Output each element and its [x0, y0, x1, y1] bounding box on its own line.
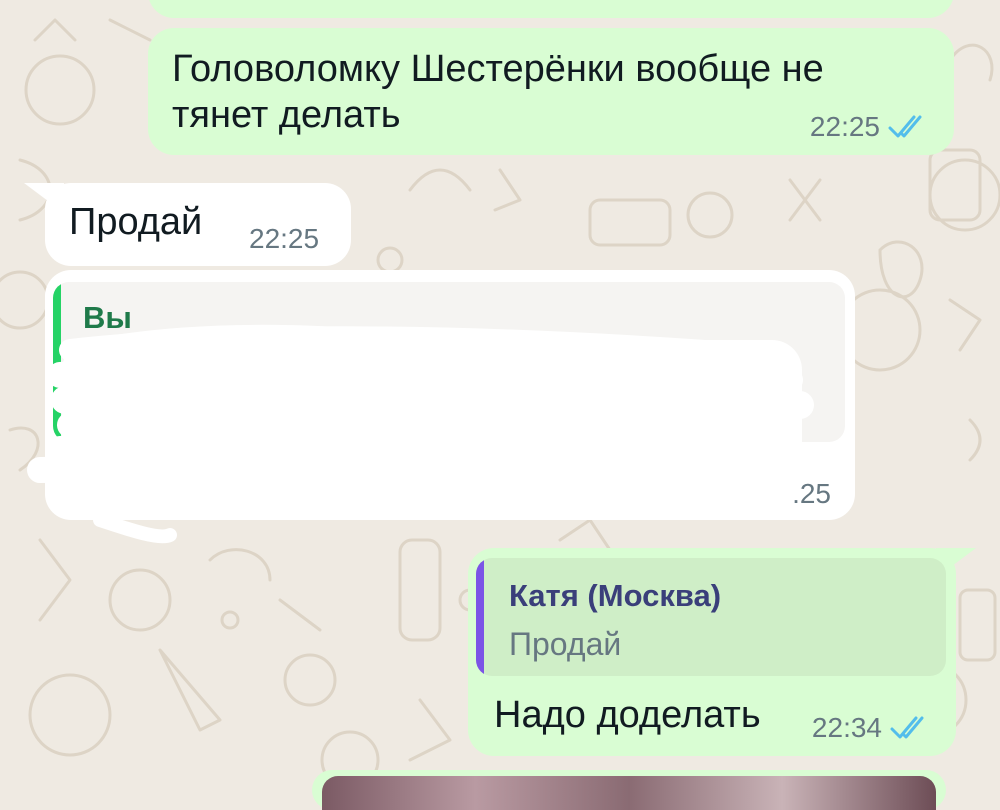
- double-check-icon: [888, 115, 922, 138]
- message-bubble-incoming[interactable]: Продай 22:25: [45, 183, 351, 266]
- message-text: Надо доделать: [494, 694, 761, 736]
- message-bubble-media-partial[interactable]: [312, 770, 946, 810]
- message-bubble-outgoing-partial[interactable]: [148, 0, 954, 18]
- message-meta: 22:25: [810, 111, 932, 143]
- message-bubble-outgoing[interactable]: Головоломку Шестерёнки вообще не тянет д…: [148, 28, 954, 155]
- message-bubble-outgoing-reply[interactable]: Катя (Москва) Продай Надо доделать 22:34: [468, 548, 956, 756]
- message-text-line-1: Головоломку Шестерёнки вообще не: [172, 48, 824, 90]
- message-bubble-incoming-reply[interactable]: Вы ам 22:25: [45, 270, 855, 520]
- message-text-line-2: тянет делать: [172, 94, 401, 136]
- message-time: 22:25: [760, 478, 831, 509]
- message-meta: 22:34: [812, 712, 934, 744]
- double-check-icon: [890, 716, 924, 739]
- message-meta: 22:25: [761, 478, 831, 510]
- message-time: 22:34: [811, 712, 882, 743]
- quote-author: Катя (Москва): [509, 578, 722, 613]
- quoted-message[interactable]: Вы ам: [53, 282, 845, 442]
- quote-accent-bar: [53, 282, 61, 442]
- media-thumbnail[interactable]: [322, 776, 936, 810]
- message-text: Продай: [69, 201, 203, 243]
- quote-author: Вы: [83, 300, 132, 335]
- message-time: 22:25: [249, 223, 320, 254]
- message-time: 22:25: [809, 111, 880, 142]
- message-meta: 22:25: [249, 223, 319, 255]
- quote-text: Продай: [509, 626, 622, 662]
- quote-accent-bar: [476, 558, 484, 676]
- quote-text-fragment: ам: [705, 392, 748, 430]
- quoted-message[interactable]: Катя (Москва) Продай: [476, 558, 946, 676]
